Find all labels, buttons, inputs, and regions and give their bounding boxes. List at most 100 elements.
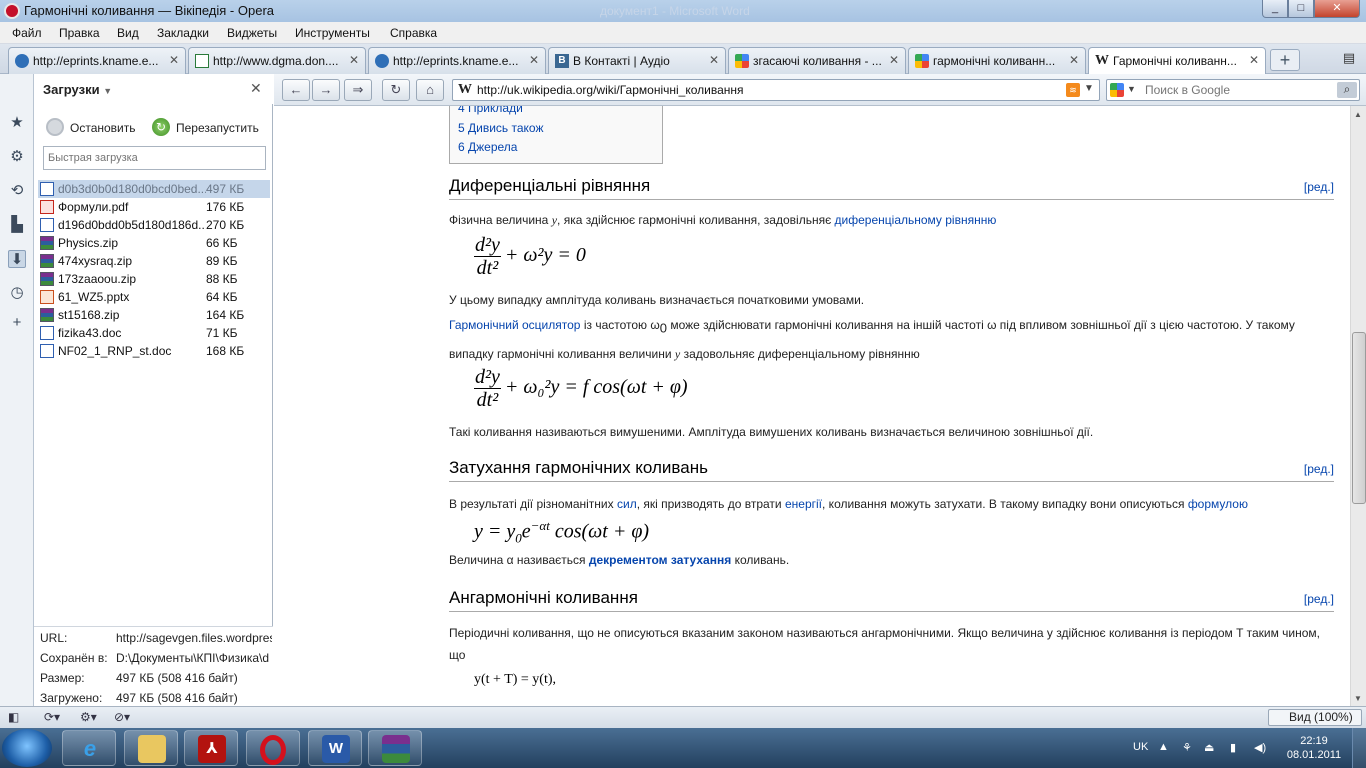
link-forces[interactable]: сил bbox=[617, 497, 637, 511]
reload-button[interactable]: ↻ bbox=[382, 79, 410, 101]
tab-2[interactable]: http://www.dgma.don.... ✕ bbox=[188, 47, 366, 74]
downloads-title[interactable]: Загрузки ▼ bbox=[43, 82, 112, 97]
tab-4[interactable]: В В Контакті | Аудіо ✕ bbox=[548, 47, 726, 74]
search-icon[interactable]: ⌕ bbox=[1337, 82, 1357, 98]
maximize-button[interactable]: □ bbox=[1288, 0, 1314, 18]
start-button[interactable] bbox=[2, 729, 52, 767]
back-button[interactable]: ← bbox=[282, 79, 310, 101]
download-item[interactable]: 61_WZ5.pptx 64 КБ bbox=[38, 288, 270, 306]
menu-view[interactable]: Вид bbox=[117, 26, 139, 40]
detail-label: Загружено: bbox=[40, 691, 103, 705]
scroll-up-icon[interactable]: ▲ bbox=[1354, 110, 1362, 119]
unite-icon[interactable]: ⚙▾ bbox=[80, 710, 97, 724]
edit-link[interactable]: [ред.] bbox=[1304, 462, 1334, 476]
quick-download-input[interactable] bbox=[43, 146, 266, 170]
search-field[interactable]: ▼ ⌕ bbox=[1106, 79, 1360, 101]
vertical-scrollbar[interactable]: ▲ ▼ bbox=[1350, 106, 1366, 706]
downloads-panel-icon[interactable]: ⬇ bbox=[8, 250, 26, 268]
tray-chevron-icon[interactable]: ▲ bbox=[1158, 741, 1169, 753]
turbo-icon[interactable]: ⟳▾ bbox=[44, 710, 60, 724]
taskbar-ie[interactable]: e bbox=[62, 730, 116, 766]
download-item[interactable]: fizika43.doc 71 КБ bbox=[38, 324, 270, 342]
url-input[interactable] bbox=[477, 82, 1057, 98]
show-desktop-button[interactable] bbox=[1352, 728, 1366, 768]
minimize-button[interactable]: _ bbox=[1262, 0, 1288, 18]
menu-file[interactable]: Файл bbox=[12, 26, 42, 40]
tab-close-icon[interactable]: ✕ bbox=[169, 53, 179, 67]
tab-close-icon[interactable]: ✕ bbox=[709, 53, 719, 67]
download-item[interactable]: Формули.pdf 176 КБ bbox=[38, 198, 270, 216]
security-icon[interactable]: ⊘▾ bbox=[114, 710, 130, 724]
toc-item[interactable]: 4 Приклади bbox=[458, 106, 523, 115]
link-energy[interactable]: енергії bbox=[785, 497, 822, 511]
panel-toggle-icon[interactable]: ◧ bbox=[8, 710, 19, 724]
toc-item[interactable]: 6 Джерела bbox=[458, 140, 517, 154]
text: , які призводять до втрати bbox=[636, 497, 782, 511]
tab-7-active[interactable]: W Гармонічні коливанн... ✕ bbox=[1088, 47, 1266, 75]
taskbar-word[interactable]: W bbox=[308, 730, 362, 766]
edit-link[interactable]: [ред.] bbox=[1304, 592, 1334, 606]
search-input[interactable] bbox=[1145, 82, 1335, 98]
history-panel-icon[interactable]: ◷ bbox=[8, 284, 26, 302]
clock[interactable]: 22:19 08.01.2011 bbox=[1284, 734, 1344, 762]
fast-forward-button[interactable]: ⇒ bbox=[344, 79, 372, 101]
widgets-panel-icon[interactable]: ⚙ bbox=[8, 148, 26, 166]
menu-edit[interactable]: Правка bbox=[59, 26, 100, 40]
download-item[interactable]: d0b3d0b0d180d0bcd0bed... 497 КБ bbox=[38, 180, 270, 198]
download-item[interactable]: 474xysraq.zip 89 КБ bbox=[38, 252, 270, 270]
menu-tools[interactable]: Инструменты bbox=[295, 26, 370, 40]
download-item[interactable]: Physics.zip 66 КБ bbox=[38, 234, 270, 252]
download-item[interactable]: st15168.zip 164 КБ bbox=[38, 306, 270, 324]
scrollbar-thumb[interactable] bbox=[1352, 332, 1366, 504]
rss-icon[interactable]: ≋ bbox=[1066, 83, 1080, 97]
tab-close-icon[interactable]: ✕ bbox=[529, 53, 539, 67]
edit-link[interactable]: [ред.] bbox=[1304, 180, 1334, 194]
tab-close-icon[interactable]: ✕ bbox=[349, 53, 359, 67]
taskbar-acrobat[interactable]: ⅄ bbox=[184, 730, 238, 766]
volume-icon[interactable]: ◀) bbox=[1254, 741, 1266, 754]
usb-icon[interactable]: ⏏ bbox=[1204, 741, 1214, 754]
link-differential-equation[interactable]: диференціальному рівнянню bbox=[835, 213, 997, 227]
menu-bookmarks[interactable]: Закладки bbox=[157, 26, 209, 40]
chevron-down-icon[interactable]: ▼ bbox=[1127, 84, 1136, 94]
chevron-down-icon[interactable]: ▼ bbox=[1084, 83, 1094, 94]
scroll-down-icon[interactable]: ▼ bbox=[1354, 694, 1362, 703]
taskbar-winrar[interactable] bbox=[368, 730, 422, 766]
new-tab-button[interactable]: + bbox=[1270, 49, 1300, 71]
link-harmonic-oscillator[interactable]: Гармонічний осцилятор bbox=[449, 318, 580, 332]
add-panel-icon[interactable]: + bbox=[8, 314, 26, 332]
close-button[interactable]: ✕ bbox=[1314, 0, 1360, 18]
formula-3: y = y0e−αt cos(ωt + φ) bbox=[474, 518, 649, 547]
link-damping-decrement[interactable]: декрементом затухання bbox=[589, 553, 731, 567]
taskbar-opera[interactable] bbox=[246, 730, 300, 766]
download-item[interactable]: NF02_1_RNP_st.doc 168 КБ bbox=[38, 342, 270, 360]
tab-list-button[interactable]: ▤ bbox=[1338, 50, 1360, 72]
forward-button[interactable]: → bbox=[312, 79, 340, 101]
home-button[interactable]: ⌂ bbox=[416, 79, 444, 101]
download-item[interactable]: d196d0bdd0b5d180d186d... 270 КБ bbox=[38, 216, 270, 234]
bookmarks-panel-icon[interactable]: ★ bbox=[8, 114, 26, 132]
tab-3[interactable]: http://eprints.kname.e... ✕ bbox=[368, 47, 546, 74]
link-formula[interactable]: формулою bbox=[1188, 497, 1248, 511]
background-window-title: документ1 - Microsoft Word bbox=[600, 4, 750, 18]
tab-5[interactable]: згасаючі коливання - ... ✕ bbox=[728, 47, 906, 74]
download-item[interactable]: 173zaaoou.zip 88 КБ bbox=[38, 270, 270, 288]
address-field[interactable]: W ≋ ▼ bbox=[452, 79, 1100, 101]
unite-panel-icon[interactable]: ⟲ bbox=[8, 182, 26, 200]
language-indicator[interactable]: UK bbox=[1133, 741, 1148, 753]
tray-app-icon[interactable]: ⚘ bbox=[1182, 741, 1192, 754]
tab-6[interactable]: гармонічні коливанн... ✕ bbox=[908, 47, 1086, 74]
taskbar-explorer[interactable] bbox=[124, 730, 178, 766]
menu-widgets[interactable]: Виджеты bbox=[227, 26, 277, 40]
tab-1[interactable]: http://eprints.kname.e... ✕ bbox=[8, 47, 186, 74]
formula-2: d²y dt² + ω₀²y = f cos(ωt + φ) bbox=[474, 366, 688, 411]
tab-close-icon[interactable]: ✕ bbox=[1249, 53, 1259, 67]
network-icon[interactable]: ▮ bbox=[1230, 741, 1236, 754]
zoom-control[interactable]: Вид (100%) bbox=[1268, 709, 1362, 726]
tab-close-icon[interactable]: ✕ bbox=[889, 53, 899, 67]
menu-help[interactable]: Справка bbox=[390, 26, 437, 40]
close-panel-icon[interactable]: ✕ bbox=[250, 80, 262, 97]
notes-panel-icon[interactable]: ▙ bbox=[8, 216, 26, 234]
toc-item[interactable]: 5 Дивись також bbox=[458, 121, 544, 135]
tab-close-icon[interactable]: ✕ bbox=[1069, 53, 1079, 67]
